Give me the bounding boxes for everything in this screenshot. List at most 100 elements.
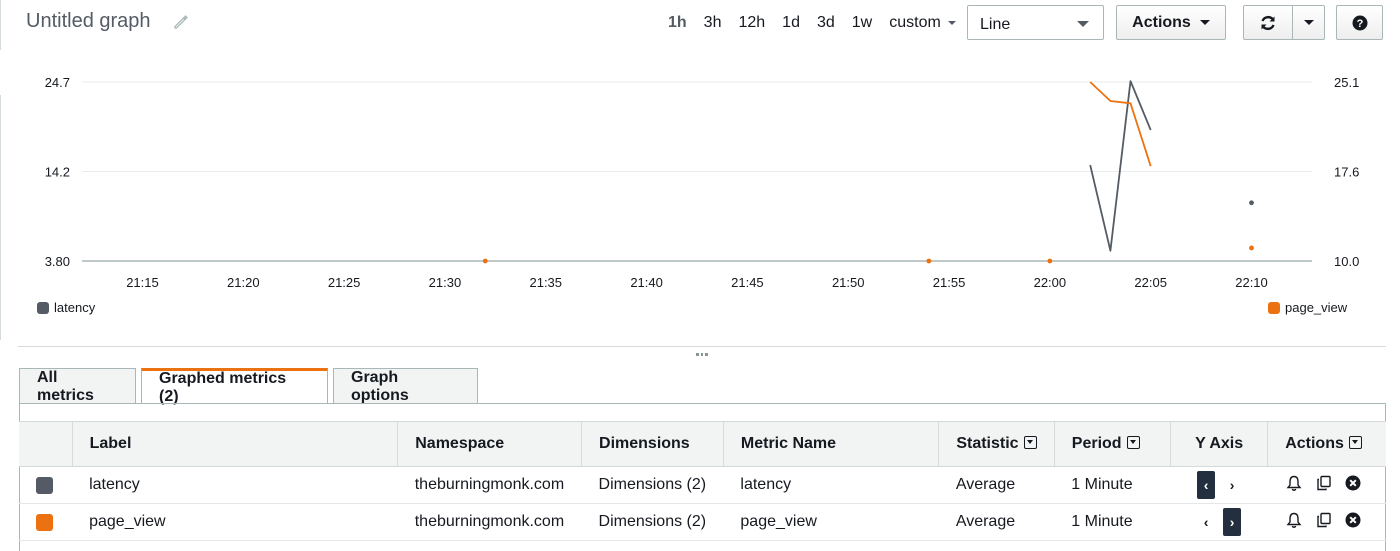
legend-item-latency[interactable]: latency	[37, 300, 95, 315]
header-period[interactable]: Period	[1054, 421, 1172, 467]
dropdown-icon[interactable]	[1023, 436, 1037, 449]
color-swatch[interactable]	[36, 513, 53, 531]
header-namespace[interactable]: Namespace	[397, 421, 583, 467]
caret-down-icon	[1199, 20, 1210, 25]
custom-range-button[interactable]: custom	[889, 14, 956, 32]
pencil-icon[interactable]	[173, 14, 189, 30]
refresh-interval-dropdown[interactable]	[1292, 5, 1325, 40]
row-y-axis: ‹ ›	[1170, 503, 1268, 541]
graph-title[interactable]: Untitled graph	[26, 10, 151, 33]
custom-range-label: custom	[889, 14, 941, 31]
color-swatch[interactable]	[36, 476, 53, 494]
remove-icon[interactable]	[1345, 512, 1361, 528]
header-actions[interactable]: Actions	[1267, 421, 1386, 467]
range-option[interactable]: 1d	[782, 14, 800, 32]
row-statistic[interactable]: Average	[938, 466, 1055, 504]
copy-icon[interactable]	[1315, 511, 1333, 529]
remove-icon[interactable]	[1345, 475, 1361, 491]
row-dimensions[interactable]: Dimensions (2)	[581, 503, 724, 541]
x-tick-label: 21:15	[126, 275, 159, 290]
y-axis-left-button[interactable]: ‹	[1197, 508, 1215, 536]
x-tick-label: 21:30	[429, 275, 462, 290]
header-metric-name[interactable]: Metric Name	[723, 421, 940, 467]
x-tick-label: 21:25	[328, 275, 361, 290]
header-statistic[interactable]: Statistic	[938, 421, 1055, 467]
dropdown-icon[interactable]	[1126, 436, 1140, 449]
time-range-selector: 1h 3h 12h 1d 3d 1w custom	[668, 14, 956, 32]
caret-down-icon	[1303, 20, 1314, 25]
help-button[interactable]: ?	[1336, 5, 1383, 40]
refresh-icon	[1261, 15, 1275, 30]
series-line-page_view	[1089, 81, 1152, 167]
row-actions	[1267, 466, 1386, 504]
header-y-axis: Y Axis	[1170, 421, 1269, 467]
dropdown-icon[interactable]	[1348, 436, 1362, 449]
range-option[interactable]: 1w	[852, 14, 872, 32]
row-color-cell	[19, 466, 73, 504]
data-point-page_view	[926, 258, 932, 264]
range-option[interactable]: 3d	[817, 14, 835, 32]
alarm-bell-icon[interactable]	[1285, 511, 1303, 529]
x-tick-label: 21:40	[630, 275, 663, 290]
resize-handle[interactable]	[696, 353, 709, 358]
graphed-metrics-table: Label Namespace Dimensions Metric Name S…	[19, 421, 1386, 541]
legend-swatch	[1268, 301, 1280, 314]
y-left-tick-label: 14.2	[45, 165, 70, 180]
x-tick-label: 22:10	[1235, 275, 1268, 290]
row-period[interactable]: 1 Minute	[1054, 503, 1171, 541]
left-border	[0, 0, 1, 50]
series-line-latency	[1089, 80, 1152, 252]
row-metric-name[interactable]: page_view	[723, 503, 939, 541]
caret-down-icon	[947, 20, 956, 25]
copy-icon[interactable]	[1315, 474, 1333, 492]
row-label[interactable]: latency	[72, 466, 398, 504]
row-label[interactable]: page_view	[72, 503, 398, 541]
alarm-bell-icon[interactable]	[1285, 474, 1303, 492]
x-tick-label: 21:45	[731, 275, 764, 290]
table-row: latency theburningmonk.com Dimensions (2…	[19, 466, 1386, 504]
graph-type-select[interactable]: Line	[967, 5, 1104, 40]
header-statistic-label: Statistic	[956, 435, 1019, 452]
table-header-row: Label Namespace Dimensions Metric Name S…	[19, 421, 1386, 467]
header-dimensions[interactable]: Dimensions	[581, 421, 724, 467]
y-axis-right-button[interactable]: ›	[1223, 471, 1241, 499]
table-row: page_view theburningmonk.com Dimensions …	[19, 503, 1386, 541]
y-right-tick-label: 10.0	[1334, 254, 1359, 269]
legend-swatch	[37, 301, 49, 314]
legend-label: page_view	[1285, 300, 1348, 315]
row-metric-name[interactable]: latency	[723, 466, 939, 504]
metrics-tabs: All metrics Graphed metrics (2) Graph op…	[19, 368, 483, 405]
row-color-cell	[19, 503, 73, 541]
data-point-page_view	[1047, 258, 1053, 264]
row-dimensions[interactable]: Dimensions (2)	[581, 466, 724, 504]
tab-graph-options[interactable]: Graph options	[333, 368, 478, 404]
x-tick-label: 21:20	[227, 275, 260, 290]
tab-graphed-metrics[interactable]: Graphed metrics (2)	[141, 368, 328, 405]
refresh-button[interactable]	[1243, 5, 1293, 40]
range-option[interactable]: 12h	[738, 14, 765, 32]
y-left-tick-label: 24.7	[45, 75, 70, 90]
y-axis-right-button[interactable]: ›	[1223, 508, 1242, 536]
chevron-down-icon	[1077, 21, 1089, 27]
row-statistic[interactable]: Average	[938, 503, 1055, 541]
y-right-tick-label: 17.6	[1334, 165, 1359, 180]
actions-button-label: Actions	[1132, 13, 1191, 31]
header-label[interactable]: Label	[72, 421, 399, 467]
x-tick-label: 21:55	[933, 275, 966, 290]
row-namespace[interactable]: theburningmonk.com	[397, 503, 582, 541]
y-axis-left-button[interactable]: ‹	[1197, 471, 1216, 499]
row-namespace[interactable]: theburningmonk.com	[397, 466, 582, 504]
range-option[interactable]: 3h	[704, 14, 722, 32]
actions-button[interactable]: Actions	[1116, 5, 1226, 40]
legend-item-page-view[interactable]: page_view	[1268, 300, 1347, 315]
x-tick-label: 22:00	[1034, 275, 1067, 290]
data-point-latency	[1249, 200, 1254, 206]
legend-label: latency	[54, 300, 96, 315]
header-period-label: Period	[1071, 435, 1122, 452]
row-period[interactable]: 1 Minute	[1054, 466, 1171, 504]
tab-all-metrics[interactable]: All metrics	[19, 368, 136, 404]
data-point-page_view	[1249, 245, 1254, 251]
range-option[interactable]: 1h	[668, 14, 687, 32]
panel-divider	[18, 346, 1386, 347]
y-right-tick-label: 25.1	[1334, 75, 1359, 90]
